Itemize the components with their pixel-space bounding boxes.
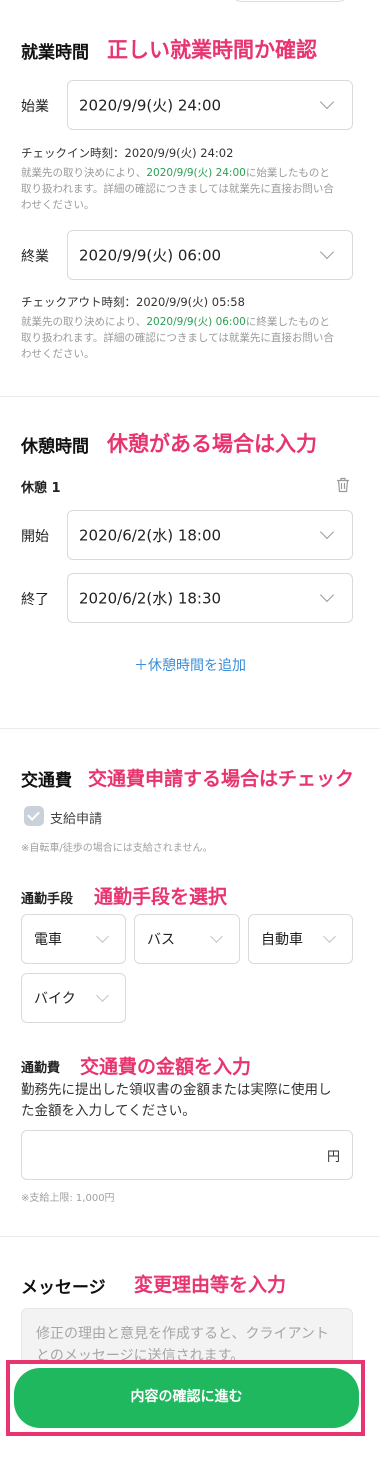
chevron-down-icon <box>319 94 335 110</box>
fee-amount-input[interactable]: 円 <box>21 1130 353 1180</box>
break-end-select[interactable]: 2020/6/2(水) 18:30 <box>67 573 353 623</box>
apply-checkbox[interactable] <box>24 806 44 826</box>
start-note-time: 2020/9/9(火) 24:00 <box>146 167 246 179</box>
work-annotation: 正しい就業時間か確認 <box>107 38 317 62</box>
means-option-bus[interactable]: バス <box>134 914 240 964</box>
break-start-select[interactable]: 2020/6/2(水) 18:00 <box>67 510 353 560</box>
chevron-down-icon <box>96 930 109 943</box>
confirm-button[interactable]: 内容の確認に進む <box>14 1368 359 1428</box>
fee-description: 勤務先に提出した領収書の金額または実際に使用し た金額を入力してください。 <box>21 1082 332 1119</box>
break-end-label: 終了 <box>21 592 49 608</box>
means-label: 通勤手段 <box>21 892 74 907</box>
break-start-label: 開始 <box>21 529 49 545</box>
section-divider <box>0 728 380 729</box>
end-time-select[interactable]: 2020/9/9(火) 06:00 <box>67 230 353 280</box>
bicycle-note: ※自転車/徒歩の場合には支給されません。 <box>21 843 213 854</box>
end-time-value: 2020/9/9(火) 06:00 <box>79 246 222 265</box>
apply-checkbox-label: 支給申請 <box>50 812 103 827</box>
limit-note: ※支給上限: 1,000円 <box>21 1193 115 1204</box>
end-note-time: 2020/9/9(火) 06:00 <box>146 316 246 328</box>
start-note: 就業先の取り決めにより、2020/9/9(火) 24:00に始業したものと 取り… <box>21 167 334 211</box>
break-section-title: 休憩時間 <box>21 437 89 457</box>
chevron-down-icon <box>323 930 336 943</box>
start-time-select[interactable]: 2020/9/9(火) 24:00 <box>67 80 353 130</box>
top-partial-field <box>230 0 350 2</box>
break-start-value: 2020/6/2(水) 18:00 <box>79 526 222 545</box>
means-option-train[interactable]: 電車 <box>21 914 126 964</box>
start-time-value: 2020/9/9(火) 24:00 <box>79 96 222 115</box>
message-annotation: 変更理由等を入力 <box>134 1274 287 1296</box>
chevron-down-icon <box>319 244 335 260</box>
fee-label: 通勤費 <box>21 1061 61 1076</box>
chevron-down-icon <box>319 587 335 603</box>
message-section-title: メッセージ <box>21 1278 106 1298</box>
checkin-time: チェックイン時刻：2020/9/9(火) 24:02 <box>21 146 234 160</box>
break-annotation: 休憩がある場合は入力 <box>107 432 317 456</box>
add-break-link[interactable]: ＋休憩時間を追加 <box>0 655 380 675</box>
fee-annotation: 交通費の金額を入力 <box>80 1056 252 1078</box>
chevron-down-icon <box>96 989 109 1002</box>
section-divider <box>0 396 380 397</box>
transport-section-title: 交通費 <box>21 771 72 791</box>
trash-icon[interactable] <box>336 477 350 493</box>
end-note: 就業先の取り決めにより、2020/9/9(火) 06:00に終業したものと 取り… <box>21 316 334 360</box>
currency-unit: 円 <box>326 1150 340 1165</box>
means-option-bike[interactable]: バイク <box>21 973 126 1023</box>
end-label: 終業 <box>21 249 49 265</box>
break-end-value: 2020/6/2(水) 18:30 <box>79 589 222 608</box>
checkout-time: チェックアウト時刻：2020/9/9(火) 05:58 <box>21 295 245 309</box>
work-section-title: 就業時間 <box>21 43 89 63</box>
start-label: 始業 <box>21 99 49 115</box>
chevron-down-icon <box>210 930 223 943</box>
chevron-down-icon <box>319 524 335 540</box>
means-annotation: 通勤手段を選択 <box>94 886 228 908</box>
transport-annotation: 交通費申請する場合はチェック <box>88 768 355 790</box>
means-option-car[interactable]: 自動車 <box>248 914 353 964</box>
section-divider <box>0 1236 380 1237</box>
break-item-title: 休憩 1 <box>21 481 61 496</box>
